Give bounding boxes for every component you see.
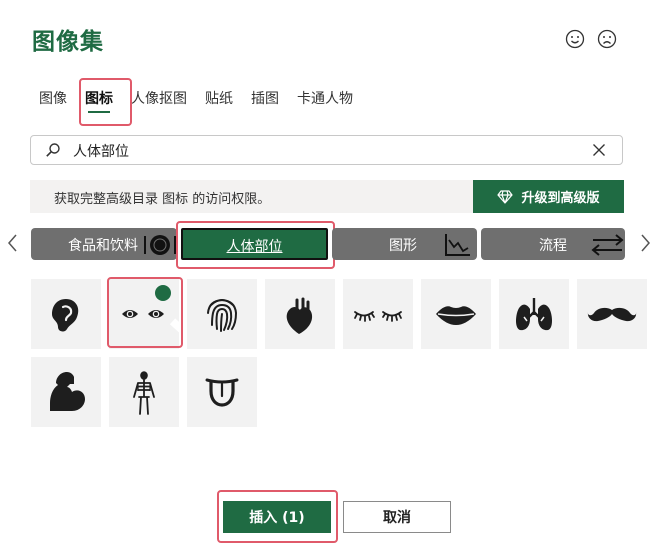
icon-tile-eyes[interactable] bbox=[109, 279, 211, 349]
banner-text: 获取完整高级目录 图标 的访问权限。 bbox=[54, 192, 271, 207]
insert-button[interactable]: 插入 (1) bbox=[223, 501, 331, 533]
tab-icons[interactable]: 图标 bbox=[76, 82, 122, 116]
tab-cutout-people[interactable]: 人像抠图 bbox=[122, 82, 196, 116]
icon-tile-heart-organ[interactable] bbox=[265, 279, 335, 349]
swap-arrows-icon bbox=[591, 234, 624, 256]
frown-feedback-icon[interactable] bbox=[596, 28, 618, 50]
tab-stickers[interactable]: 贴纸 bbox=[196, 82, 242, 116]
plate-cutlery-icon bbox=[144, 235, 177, 255]
tongue-icon bbox=[205, 378, 239, 407]
category-label: 食品和饮料 bbox=[68, 238, 138, 254]
diamond-icon bbox=[497, 189, 514, 204]
dialog-title: 图像集 bbox=[32, 29, 104, 55]
category-label: 人体部位 bbox=[226, 239, 283, 255]
lips-icon bbox=[436, 306, 476, 325]
mustache-icon bbox=[587, 307, 637, 322]
fingerprint-icon bbox=[207, 298, 238, 332]
selected-check-icon bbox=[155, 285, 211, 339]
lungs-icon bbox=[516, 298, 552, 331]
category-food-drink[interactable]: 食品和饮料 bbox=[31, 228, 177, 260]
search-icon bbox=[46, 143, 60, 157]
cancel-button[interactable]: 取消 bbox=[343, 501, 451, 533]
chevron-right-icon[interactable] bbox=[638, 233, 652, 253]
flexed-arm-icon bbox=[50, 372, 85, 411]
icon-tile-flexed-arm[interactable] bbox=[31, 357, 101, 427]
icon-tile-lungs[interactable] bbox=[499, 279, 569, 349]
icon-tile-fingerprint[interactable] bbox=[187, 279, 257, 349]
upgrade-label: 升级到高级版 bbox=[521, 191, 600, 206]
chevron-left-icon[interactable] bbox=[6, 233, 20, 253]
line-chart-icon bbox=[445, 234, 470, 256]
category-label: 图形 bbox=[389, 238, 417, 254]
icon-tile-skeleton[interactable] bbox=[109, 357, 179, 427]
icon-tile-tongue[interactable] bbox=[187, 357, 257, 427]
icon-tile-lips[interactable] bbox=[421, 279, 491, 349]
eyelashes-icon bbox=[354, 311, 402, 322]
tab-images[interactable]: 图像 bbox=[30, 82, 76, 116]
tab-cartoon-people[interactable]: 卡通人物 bbox=[288, 82, 362, 116]
category-body-parts[interactable]: 人体部位 bbox=[181, 228, 328, 260]
search-input[interactable] bbox=[71, 140, 575, 162]
tab-illustrations[interactable]: 插图 bbox=[242, 82, 288, 116]
category-process[interactable]: 流程 bbox=[481, 228, 625, 260]
premium-banner: 获取完整高级目录 图标 的访问权限。 升级到高级版 bbox=[30, 180, 624, 213]
upgrade-button[interactable]: 升级到高级版 bbox=[473, 180, 624, 213]
icon-tile-ear[interactable] bbox=[31, 279, 101, 349]
clear-icon[interactable] bbox=[592, 143, 606, 157]
icon-tile-mustache[interactable] bbox=[577, 279, 647, 349]
search-box bbox=[30, 135, 623, 165]
heart-organ-icon bbox=[286, 297, 313, 334]
icon-tile-eyelashes[interactable] bbox=[343, 279, 413, 349]
smile-feedback-icon[interactable] bbox=[564, 28, 586, 50]
ear-icon bbox=[52, 299, 79, 332]
tab-bar: 图像 图标 人像抠图 贴纸 插图 卡通人物 bbox=[30, 82, 362, 122]
category-label: 流程 bbox=[539, 238, 567, 254]
skeleton-icon bbox=[133, 371, 155, 415]
category-shapes[interactable]: 图形 bbox=[332, 228, 477, 260]
